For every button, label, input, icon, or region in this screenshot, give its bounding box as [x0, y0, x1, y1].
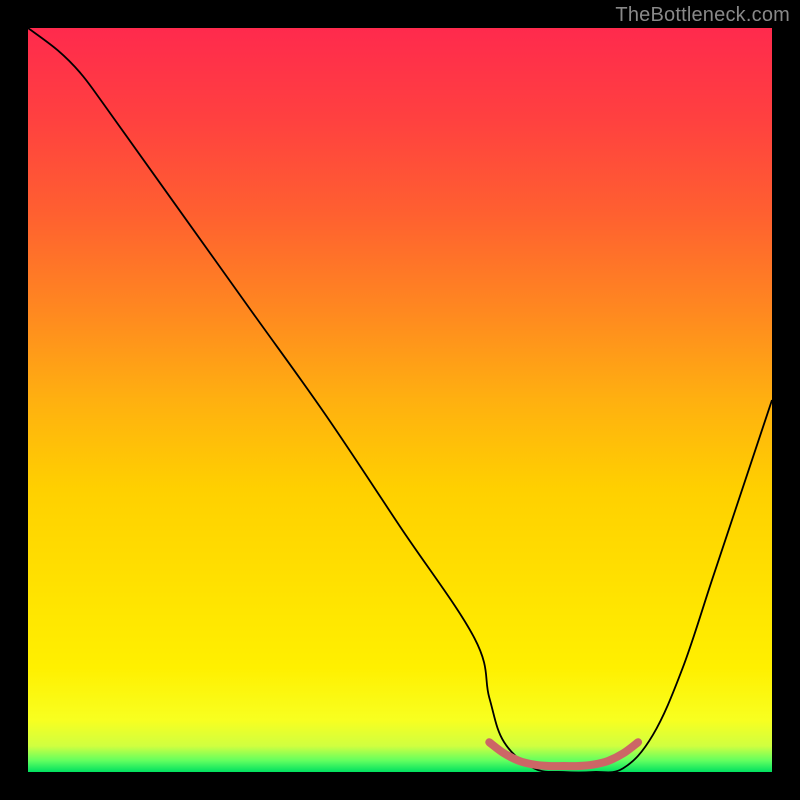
watermark-text: TheBottleneck.com — [615, 4, 790, 27]
chart-svg — [28, 28, 772, 772]
gradient-background — [28, 28, 772, 772]
chart-plot-area — [28, 28, 772, 772]
